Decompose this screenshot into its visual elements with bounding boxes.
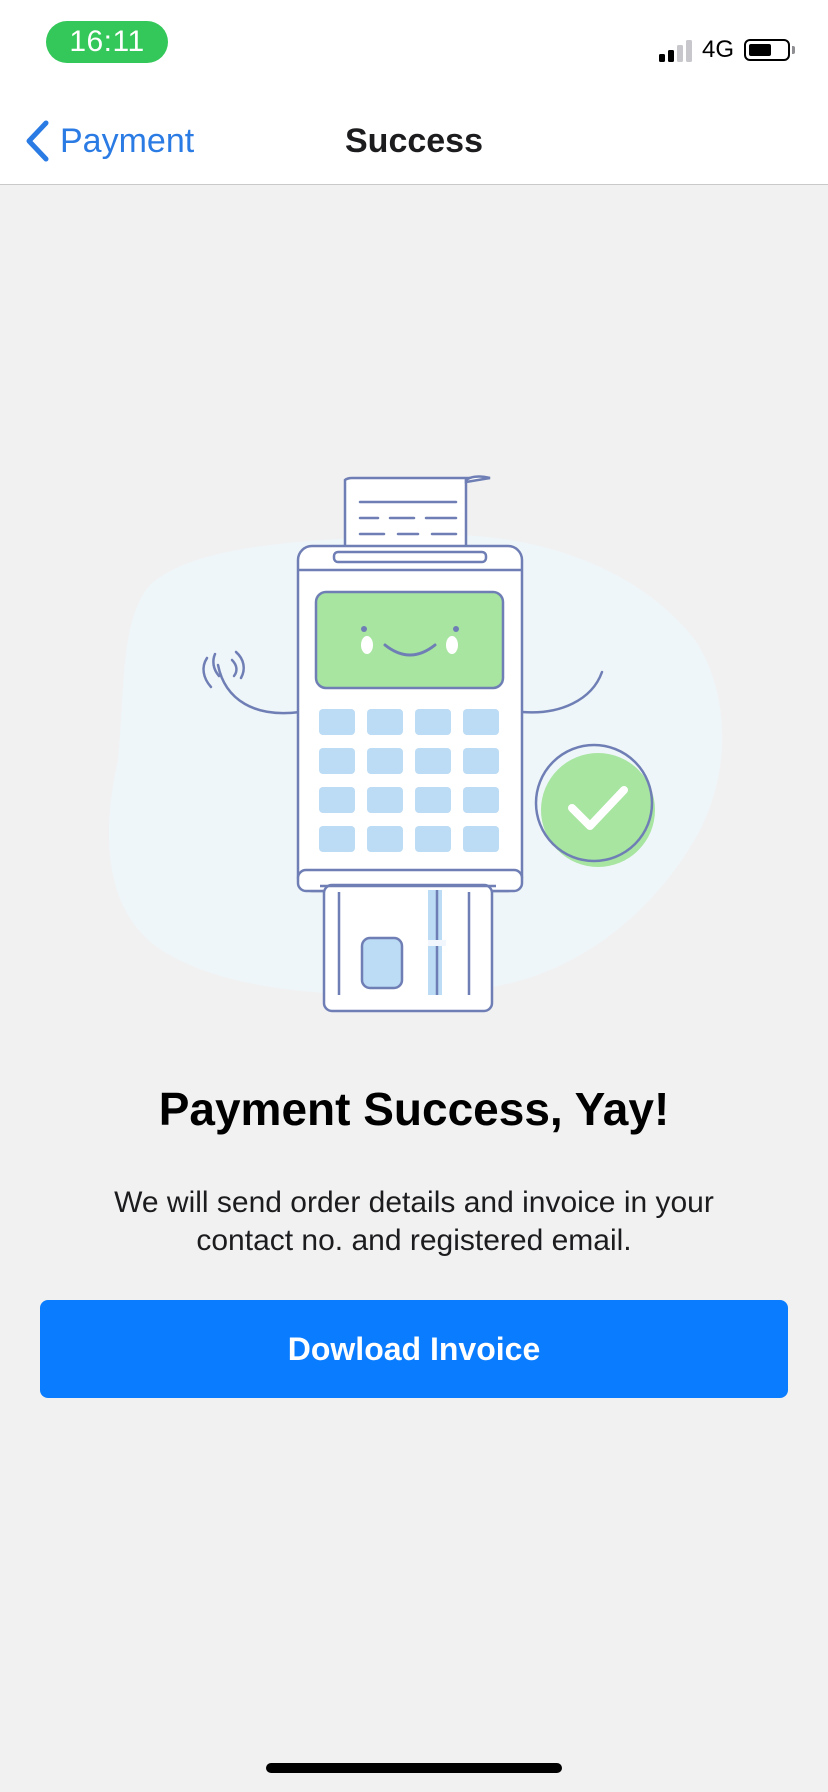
battery-tip <box>792 46 795 54</box>
success-message: We will send order details and invoice i… <box>114 1186 714 1257</box>
status-time: 16:11 <box>46 21 168 63</box>
battery-icon <box>744 39 790 61</box>
signal-icon <box>658 38 692 62</box>
credit-card <box>320 883 496 1013</box>
network-type: 4G <box>701 36 734 63</box>
battery-level <box>749 44 771 56</box>
terminal-screen <box>314 590 505 690</box>
top-bar: 16:11 4G Payment Success <box>0 0 828 185</box>
payment-terminal-illustration <box>108 475 723 1013</box>
chevron-left-icon <box>26 120 49 162</box>
back-label: Payment <box>60 121 195 160</box>
download-invoice-button[interactable]: Dowload Invoice <box>40 1300 788 1398</box>
status-indicators: 4G <box>658 36 795 64</box>
success-heading: Payment Success, Yay! <box>158 1083 670 1135</box>
home-indicator <box>266 1763 562 1773</box>
back-button[interactable]: Payment <box>24 116 194 166</box>
